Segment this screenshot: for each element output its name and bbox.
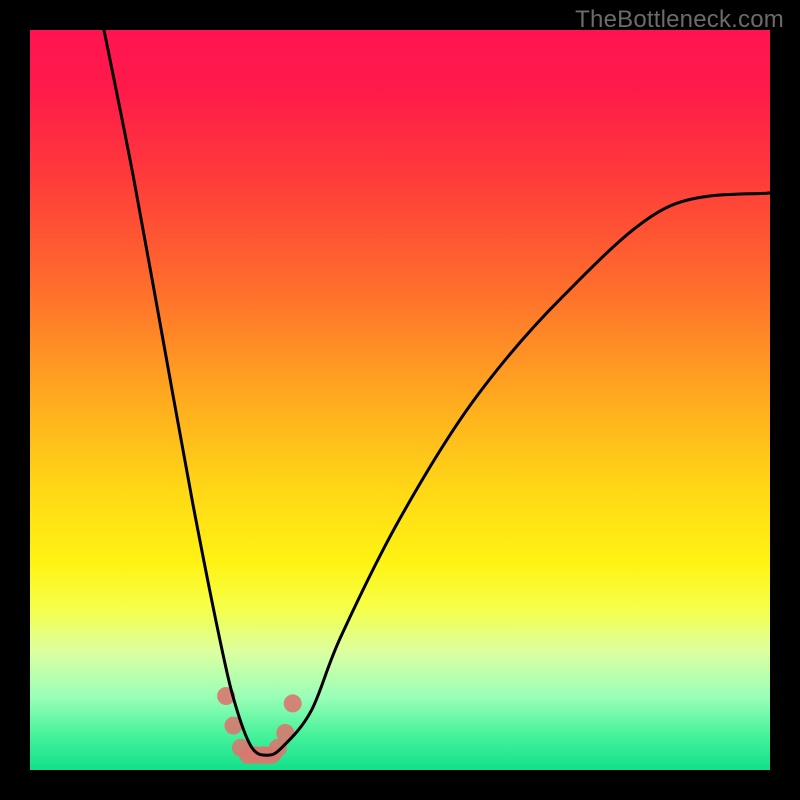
curve-layer [30,30,770,770]
bottleneck-curve [104,30,770,755]
accent-band [217,687,302,764]
plot-area [30,30,770,770]
chart-frame: TheBottleneck.com [0,0,800,800]
accent-dot [284,694,302,712]
